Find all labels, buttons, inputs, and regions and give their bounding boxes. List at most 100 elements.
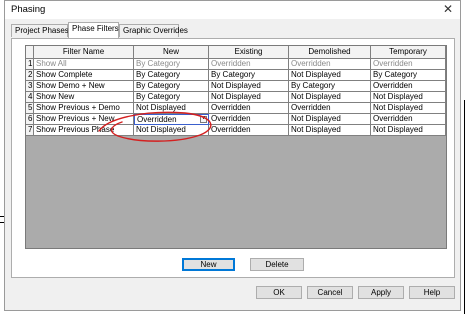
header-temporary: Temporary xyxy=(371,46,446,59)
cell-new[interactable]: By Category xyxy=(134,92,209,103)
cell-existing[interactable]: Overridden xyxy=(209,103,289,114)
row-number: 2 xyxy=(26,70,34,81)
cell-text: Not Displayed xyxy=(291,70,341,79)
cell-text: Show Previous + New xyxy=(36,114,115,123)
cell-new[interactable]: Not Displayed xyxy=(134,103,209,114)
apply-button[interactable]: Apply xyxy=(358,286,404,299)
cell-text: 6 xyxy=(28,114,33,123)
cell-text: By Category xyxy=(136,70,181,79)
cell-existing[interactable]: By Category xyxy=(209,70,289,81)
cell-temporary[interactable]: Not Displayed xyxy=(371,92,446,103)
cell-text: Not Displayed xyxy=(211,81,261,90)
delete-button[interactable]: Delete xyxy=(250,258,304,271)
ok-button[interactable]: OK xyxy=(256,286,302,299)
close-icon[interactable]: ✕ xyxy=(442,2,454,16)
cell-name[interactable]: Show Previous Phase xyxy=(34,125,134,136)
cell-text: Not Displayed xyxy=(136,103,186,112)
cell-text: Overridden xyxy=(373,59,413,68)
tab-phase-filters[interactable]: Phase Filters xyxy=(68,22,119,38)
cell-text: Overridden xyxy=(211,125,251,134)
new-state-dropdown[interactable]: Overridden ˅ xyxy=(134,114,209,125)
cell-name[interactable]: Show All xyxy=(34,59,134,70)
cell-text: Show All xyxy=(36,59,67,68)
cell-new[interactable]: By Category xyxy=(134,81,209,92)
cell-text: 1 xyxy=(28,59,33,68)
cell-demolished[interactable]: By Category xyxy=(289,81,371,92)
cell-text: By Category xyxy=(211,70,256,79)
cell-text: 4 xyxy=(28,92,33,101)
row-number: 7 xyxy=(26,125,34,136)
cell-temporary[interactable]: Overridden xyxy=(371,59,446,70)
cell-temporary[interactable]: Overridden xyxy=(371,114,446,125)
header-new: New xyxy=(134,46,209,59)
cell-text: By Category xyxy=(136,81,181,90)
cell-existing[interactable]: Overridden xyxy=(209,59,289,70)
tab-graphic-overrides[interactable]: Graphic Overrides xyxy=(119,24,188,37)
cell-text: Overridden xyxy=(137,115,177,124)
cell-text: Show Previous + Demo xyxy=(36,103,120,112)
cell-text: Overridden xyxy=(211,114,251,123)
cell-text: Overridden xyxy=(211,59,251,68)
cell-temporary[interactable]: Not Displayed xyxy=(371,103,446,114)
cell-text: Not Displayed xyxy=(211,92,261,101)
cell-demolished[interactable]: Not Displayed xyxy=(289,70,371,81)
cell-temporary[interactable]: By Category xyxy=(371,70,446,81)
cell-name[interactable]: Show Previous + New xyxy=(34,114,134,125)
cell-text: Not Displayed xyxy=(136,125,186,134)
window-title: Phasing xyxy=(11,4,46,15)
header-demolished: Demolished xyxy=(289,46,371,59)
cell-text: By Category xyxy=(136,59,181,68)
cell-text: Show Previous Phase xyxy=(36,125,115,134)
cell-text: Overridden xyxy=(373,81,413,90)
title-bar: Phasing ✕ xyxy=(5,1,460,19)
cell-demolished[interactable]: Not Displayed xyxy=(289,92,371,103)
cell-text: Show New xyxy=(36,92,75,101)
new-button[interactable]: New xyxy=(182,258,235,271)
cell-name[interactable]: Show New xyxy=(34,92,134,103)
cancel-button[interactable]: Cancel xyxy=(307,286,353,299)
cell-text: Overridden xyxy=(211,103,251,112)
header-corner xyxy=(26,46,34,59)
cell-demolished[interactable]: Not Displayed xyxy=(289,114,371,125)
help-button[interactable]: Help xyxy=(409,286,455,299)
cell-text: 5 xyxy=(28,103,33,112)
background-line xyxy=(464,100,465,314)
cell-text: Show Demo + New xyxy=(36,81,105,90)
cell-existing[interactable]: Not Displayed xyxy=(209,92,289,103)
row-number: 6 xyxy=(26,114,34,125)
cell-existing[interactable]: Overridden xyxy=(209,114,289,125)
phase-filters-panel: Filter Name New Existing Demolished Temporar… xyxy=(11,38,455,278)
phasing-dialog: Phasing ✕ Project Phases Phase Filters G… xyxy=(4,0,461,311)
row-number: 1 xyxy=(26,59,34,70)
cell-new[interactable]: Not Displayed xyxy=(134,125,209,136)
cell-text: By Category xyxy=(291,81,336,90)
cell-existing[interactable]: Not Displayed xyxy=(209,81,289,92)
cell-text: By Category xyxy=(373,70,418,79)
header-filter-name: Filter Name xyxy=(34,46,134,59)
cell-text: Not Displayed xyxy=(373,103,423,112)
cell-text: Not Displayed xyxy=(291,92,341,101)
chevron-down-icon[interactable]: ˅ xyxy=(200,116,207,123)
cell-new[interactable]: By Category xyxy=(134,59,209,70)
cell-text: Not Displayed xyxy=(291,125,341,134)
cell-text: Overridden xyxy=(291,103,331,112)
cell-text: 7 xyxy=(28,125,33,134)
cell-text: Not Displayed xyxy=(373,125,423,134)
cell-name[interactable]: Show Complete xyxy=(34,70,134,81)
cell-text: By Category xyxy=(136,92,181,101)
header-existing: Existing xyxy=(209,46,289,59)
cell-text: 3 xyxy=(28,81,33,90)
cell-name[interactable]: Show Previous + Demo xyxy=(34,103,134,114)
cell-temporary[interactable]: Overridden xyxy=(371,81,446,92)
cell-demolished[interactable]: Not Displayed xyxy=(289,125,371,136)
cell-text: Overridden xyxy=(291,59,331,68)
cell-existing[interactable]: Overridden xyxy=(209,125,289,136)
cell-new[interactable]: By Category xyxy=(134,70,209,81)
cell-text: Not Displayed xyxy=(373,92,423,101)
cell-demolished[interactable]: Overridden xyxy=(289,59,371,70)
phase-filters-table: Filter Name New Existing Demolished Temporar… xyxy=(25,45,447,249)
tab-project-phases[interactable]: Project Phases xyxy=(11,24,69,37)
cell-demolished[interactable]: Overridden xyxy=(289,103,371,114)
cell-name[interactable]: Show Demo + New xyxy=(34,81,134,92)
cell-temporary[interactable]: Not Displayed xyxy=(371,125,446,136)
